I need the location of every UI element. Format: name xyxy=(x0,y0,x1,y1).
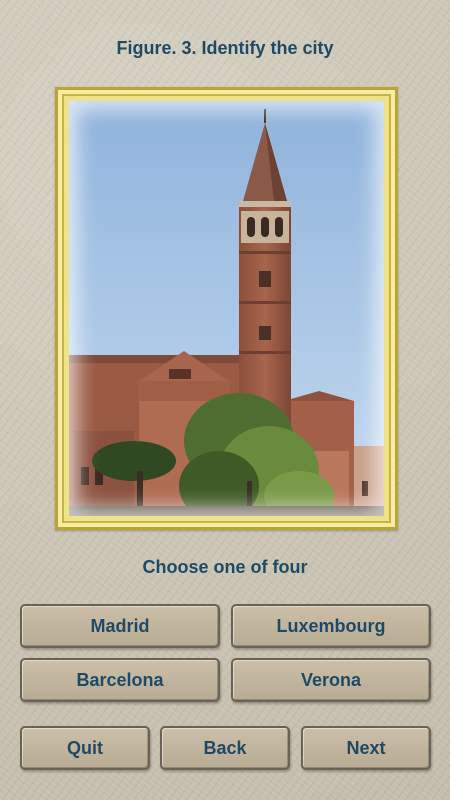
church-bell-tower-image xyxy=(69,101,384,516)
choose-prompt: Choose one of four xyxy=(142,557,308,577)
page-title: Figure. 3. Identify the city xyxy=(116,38,334,58)
back-button[interactable]: Back xyxy=(160,726,290,770)
answer-button-verona[interactable]: Verona xyxy=(231,658,431,702)
picture-frame xyxy=(55,87,398,530)
answer-button-barcelona[interactable]: Barcelona xyxy=(20,658,220,702)
answer-button-luxembourg[interactable]: Luxembourg xyxy=(231,604,431,648)
next-button[interactable]: Next xyxy=(301,726,431,770)
city-photo xyxy=(69,101,384,516)
answer-button-madrid[interactable]: Madrid xyxy=(20,604,220,648)
quit-button[interactable]: Quit xyxy=(20,726,150,770)
